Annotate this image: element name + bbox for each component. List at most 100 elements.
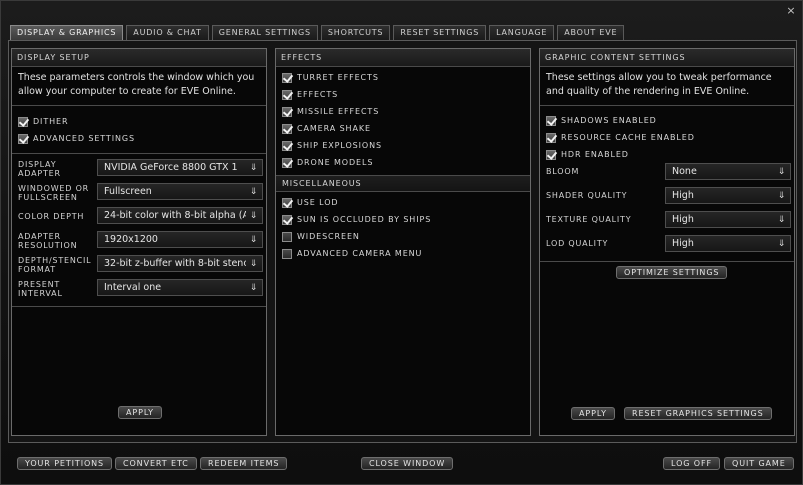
shadows-enabled-checkbox[interactable] — [546, 115, 556, 126]
shader-quality-select[interactable]: High ⇓ — [665, 187, 791, 204]
advanced-camera-menu-option[interactable]: Advanced Camera Menu — [276, 245, 530, 262]
advanced-settings-option[interactable]: Advanced Settings — [12, 130, 266, 147]
adapter-resolution-select[interactable]: 1920x1200 ⇓ — [97, 231, 263, 248]
display-adapter-label: Display Adapter — [18, 160, 61, 178]
present-interval-label: Present Interval — [18, 280, 63, 298]
widescreen-label: Widescreen — [297, 232, 360, 241]
chevron-down-icon: ⇓ — [777, 191, 786, 201]
resource-cache-option[interactable]: Resource Cache Enabled — [540, 129, 794, 146]
use-lod-label: Use LOD — [297, 198, 339, 207]
graphics-apply-button[interactable]: Apply — [571, 407, 615, 420]
shadows-enabled-option[interactable]: Shadows Enabled — [540, 112, 794, 129]
ship-explosions-option[interactable]: Ship Explosions — [276, 137, 530, 154]
tab-bar: Display & Graphics Audio & Chat General … — [10, 25, 627, 40]
convert-etc-button[interactable]: Convert ETC — [115, 457, 197, 470]
effects-option[interactable]: Effects — [276, 86, 530, 103]
advanced-camera-menu-checkbox[interactable] — [282, 248, 292, 259]
camera-shake-option[interactable]: Camera Shake — [276, 120, 530, 137]
drone-models-checkbox[interactable] — [282, 157, 292, 168]
advanced-settings-checkbox[interactable] — [18, 133, 28, 144]
chevron-down-icon: ⇓ — [249, 211, 258, 221]
close-window-button[interactable]: Close Window — [361, 457, 454, 470]
miscellaneous-header: Miscellaneous — [276, 175, 530, 192]
redeem-items-button[interactable]: Redeem Items — [200, 457, 288, 470]
log-off-button[interactable]: Log Off — [663, 457, 721, 470]
lod-quality-row: LOD Quality High ⇓ — [540, 235, 794, 259]
lod-quality-select[interactable]: High ⇓ — [665, 235, 791, 252]
tab-about-eve[interactable]: About EVE — [557, 25, 625, 40]
camera-shake-checkbox[interactable] — [282, 123, 292, 134]
depth-stencil-value: 32-bit z-buffer with 8-bit stencil — [104, 258, 246, 269]
hdr-enabled-checkbox[interactable] — [546, 149, 556, 160]
chevron-down-icon: ⇓ — [777, 167, 786, 177]
resource-cache-checkbox[interactable] — [546, 132, 556, 143]
camera-shake-label: Camera Shake — [297, 124, 371, 133]
optimize-settings-button[interactable]: Optimize Settings — [616, 266, 728, 279]
tab-reset-settings[interactable]: Reset Settings — [393, 25, 487, 40]
texture-quality-label: Texture Quality — [546, 215, 632, 224]
widescreen-checkbox[interactable] — [282, 231, 292, 242]
ship-explosions-checkbox[interactable] — [282, 140, 292, 151]
tab-audio-chat[interactable]: Audio & Chat — [126, 25, 209, 40]
adapter-resolution-label: Adapter Resolution — [18, 232, 78, 250]
texture-quality-value: High — [672, 214, 694, 225]
hdr-enabled-option[interactable]: HDR Enabled — [540, 146, 794, 163]
display-adapter-select[interactable]: NVIDIA GeForce 8800 GTX 1 ⇓ — [97, 159, 263, 176]
tab-language[interactable]: Language — [489, 25, 555, 40]
turret-effects-checkbox[interactable] — [282, 72, 292, 83]
graphic-content-header: Graphic Content Settings — [540, 49, 794, 67]
tab-display-graphics[interactable]: Display & Graphics — [10, 25, 124, 40]
effects-header: Effects — [276, 49, 530, 67]
advanced-settings-label: Advanced Settings — [33, 134, 135, 143]
advanced-camera-menu-label: Advanced Camera Menu — [297, 249, 423, 258]
adapter-resolution-row: Adapter Resolution 1920x1200 ⇓ — [12, 230, 266, 254]
dither-option[interactable]: Dither — [12, 113, 266, 130]
divider — [540, 261, 794, 262]
effects-checkbox[interactable] — [282, 89, 292, 100]
turret-effects-label: Turret Effects — [297, 73, 379, 82]
close-icon[interactable]: × — [784, 4, 798, 18]
widescreen-option[interactable]: Widescreen — [276, 228, 530, 245]
bottom-bar: Your Petitions Convert ETC Redeem Items … — [1, 449, 803, 479]
present-interval-select[interactable]: Interval one ⇓ — [97, 279, 263, 296]
shadows-enabled-label: Shadows Enabled — [561, 116, 657, 125]
depth-stencil-label: Depth/Stencil Format — [18, 256, 92, 274]
lod-quality-value: High — [672, 238, 694, 249]
texture-quality-select[interactable]: High ⇓ — [665, 211, 791, 228]
windowed-fullscreen-select[interactable]: Fullscreen ⇓ — [97, 183, 263, 200]
shader-quality-value: High — [672, 190, 694, 201]
chevron-down-icon: ⇓ — [249, 187, 258, 197]
chevron-down-icon: ⇓ — [777, 239, 786, 249]
depth-stencil-row: Depth/Stencil Format 32-bit z-buffer wit… — [12, 254, 266, 278]
your-petitions-button[interactable]: Your Petitions — [17, 457, 113, 470]
sun-occluded-option[interactable]: Sun is occluded by ships — [276, 211, 530, 228]
chevron-down-icon: ⇓ — [249, 163, 258, 173]
bloom-value: None — [672, 166, 697, 177]
chevron-down-icon: ⇓ — [249, 259, 258, 269]
dither-checkbox[interactable] — [18, 116, 28, 127]
sun-occluded-checkbox[interactable] — [282, 214, 292, 225]
display-setup-description: These parameters controls the window whi… — [18, 72, 255, 97]
shader-quality-row: Shader Quality High ⇓ — [540, 187, 794, 211]
color-depth-select[interactable]: 24-bit color with 8-bit alpha (A8R8 ⇓ — [97, 207, 263, 224]
bloom-label: Bloom — [546, 167, 580, 176]
drone-models-option[interactable]: Drone Models — [276, 154, 530, 171]
depth-stencil-select[interactable]: 32-bit z-buffer with 8-bit stencil ⇓ — [97, 255, 263, 272]
missile-effects-option[interactable]: Missile Effects — [276, 103, 530, 120]
effects-label: Effects — [297, 90, 339, 99]
sun-occluded-label: Sun is occluded by ships — [297, 215, 432, 224]
tab-shortcuts[interactable]: Shortcuts — [320, 25, 391, 40]
use-lod-checkbox[interactable] — [282, 197, 292, 208]
display-apply-button[interactable]: Apply — [118, 406, 162, 419]
use-lod-option[interactable]: Use LOD — [276, 194, 530, 211]
settings-window: × Display & Graphics Audio & Chat Genera… — [0, 0, 803, 485]
shader-quality-label: Shader Quality — [546, 191, 628, 200]
bloom-select[interactable]: None ⇓ — [665, 163, 791, 180]
reset-graphics-settings-button[interactable]: Reset Graphics Settings — [624, 407, 772, 420]
display-adapter-row: Display Adapter NVIDIA GeForce 8800 GTX … — [12, 158, 266, 182]
tab-general-settings[interactable]: General Settings — [211, 25, 318, 40]
quit-game-button[interactable]: Quit Game — [724, 457, 794, 470]
windowed-fullscreen-label: Windowed or Fullscreen — [18, 184, 90, 202]
turret-effects-option[interactable]: Turret Effects — [276, 69, 530, 86]
missile-effects-checkbox[interactable] — [282, 106, 292, 117]
